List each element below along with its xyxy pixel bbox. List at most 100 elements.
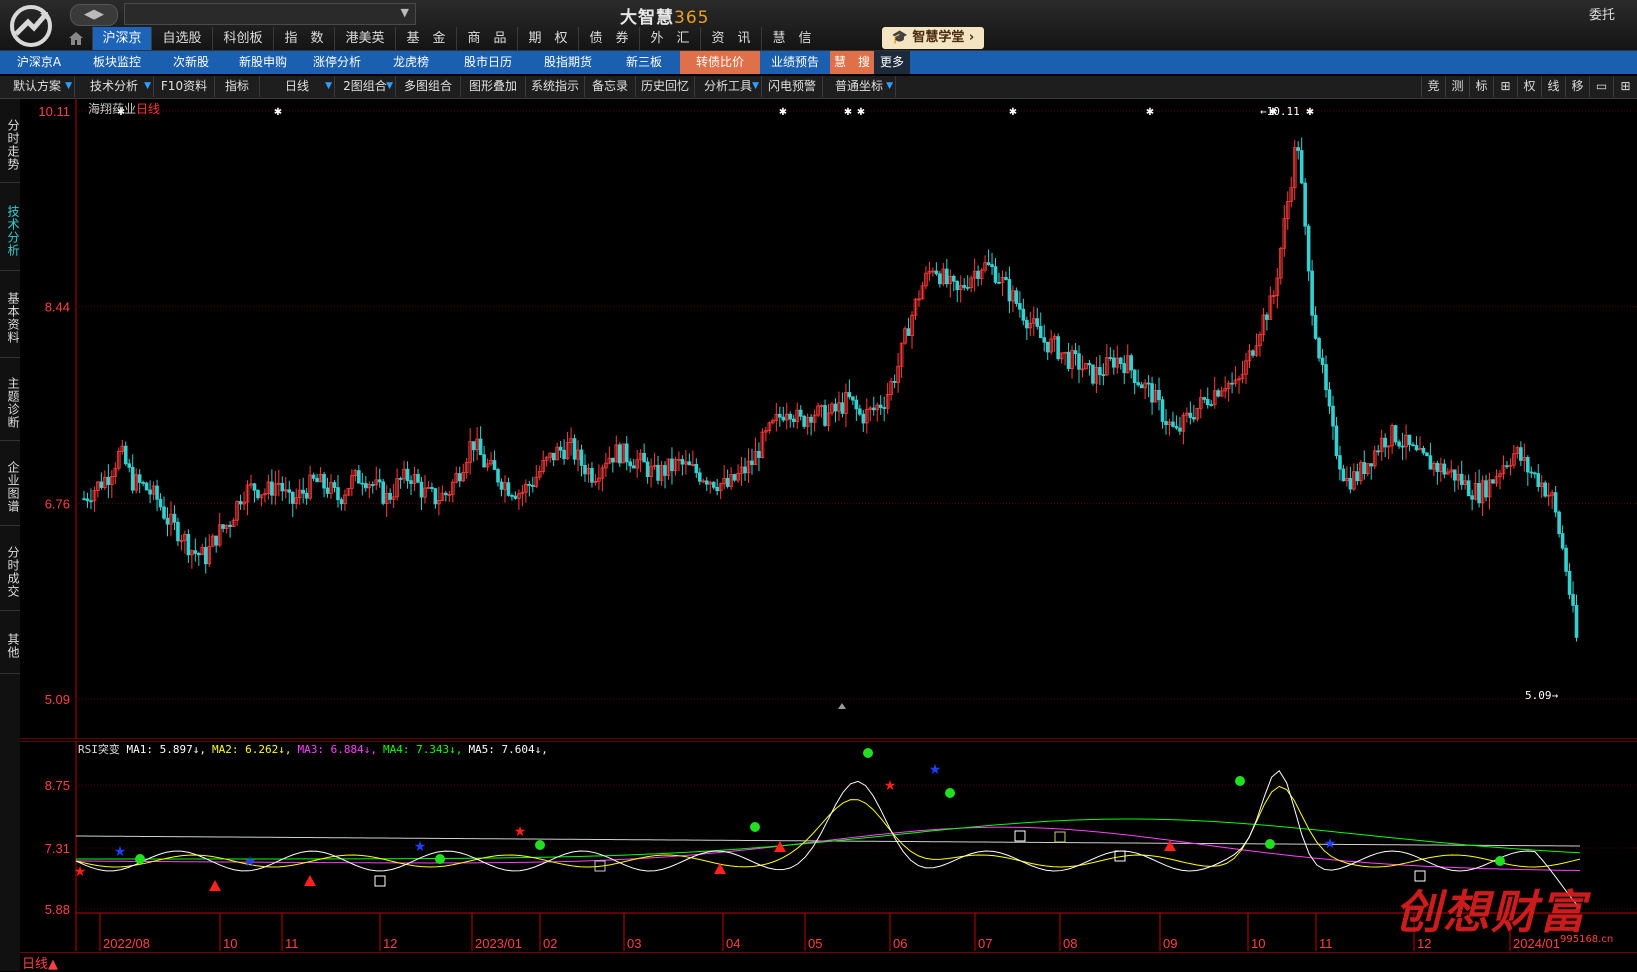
main-nav-item[interactable]: 基 金 [395,27,456,50]
toolbar-right-button[interactable]: 移 [1565,76,1589,97]
candle-body [562,449,566,460]
toolbar-right-button[interactable]: 线 [1541,76,1565,97]
toolbar-item[interactable]: 默认方案 ▼ [0,76,75,97]
sub-nav-item[interactable]: 慧 搜 [830,51,874,74]
sub-nav-item[interactable]: 转债比价 [680,51,760,74]
toolbar-right-button[interactable]: ⊞ [1493,76,1517,97]
dropdown-arrow-icon[interactable]: ▼ [144,76,151,97]
toolbar-item[interactable]: 技术分析 ▼ [75,76,154,97]
candle-body [694,463,699,474]
main-nav-item[interactable]: 自选股 [151,27,212,50]
search-input[interactable]: ▼ [124,3,416,25]
toolbar-item[interactable]: 多图组合 [396,76,461,97]
toolbar-right-button[interactable]: 测 [1445,76,1469,97]
candle-body [1331,405,1335,427]
toolbar-right-button[interactable]: ▭ [1589,76,1613,97]
chevron-down-icon[interactable]: ▼ [401,6,409,19]
toolbar-item[interactable]: 普通坐标 ▼ [823,76,896,97]
academy-button[interactable]: 🎓 智慧学堂 › [882,27,984,49]
left-tab[interactable]: 企业图谱 [0,444,20,526]
x-tick-label: 07 [978,936,992,951]
toolbar-right-button[interactable]: ⊞ [1613,76,1637,97]
main-nav-item[interactable]: 沪深京 [92,27,151,50]
sub-nav-item[interactable]: 新股申购 [226,51,300,74]
toolbar-item[interactable]: 分析工具 ▼ [695,76,762,97]
toolbar-item[interactable]: 指标 [215,76,260,97]
toolbar-item[interactable]: 图形叠加 [461,76,526,97]
back-forward-button[interactable]: ◀▶ [70,4,118,26]
left-tab[interactable]: 其他 [0,614,20,674]
candle-body [513,495,518,499]
left-tab[interactable]: 分时走势 [0,103,20,183]
toolbar-right-button[interactable]: 权 [1517,76,1541,97]
main-nav-item[interactable]: 科创板 [212,27,273,50]
main-nav-item[interactable]: 期 权 [517,27,578,50]
period-selector[interactable]: 日线▲ [22,953,58,972]
toolbar-item[interactable]: 日线 ▼ [260,76,335,97]
order-button[interactable]: 委托 [1589,4,1615,23]
sub-nav-item[interactable]: 龙虎榜 [374,51,448,74]
toolbar-label: 分析工具 [703,79,752,93]
candle-body [1129,355,1134,371]
sub-nav-item[interactable]: 新三板 [608,51,680,74]
sub-nav-item[interactable]: 更多 [874,51,910,74]
dropdown-arrow-icon[interactable]: ▼ [386,76,393,97]
toolbar-item[interactable]: 闪电预警 [762,76,823,97]
candle-body [155,485,159,500]
candle-body [906,328,911,336]
main-nav-item[interactable]: 外 汇 [639,27,700,50]
home-icon[interactable] [68,30,84,46]
candle-body [590,467,594,483]
left-tab[interactable]: 分时成交 [0,529,20,611]
sub-nav-item[interactable]: 涨停分析 [300,51,374,74]
candlestick-chart[interactable]: 10.118.446.765.09✱ ✱ ✱ ✱ ✱ ✱ ✱ ✱ ✱←10.115.09→ [20,99,1637,739]
sub-nav-item[interactable]: 板块监控 [78,51,156,74]
candle-body [1303,182,1307,227]
sub-nav-item[interactable]: 股市日历 [448,51,528,74]
main-nav-item[interactable]: 商 品 [456,27,517,50]
chart-toolbar-right: 竞测标 ⊞ 权线移 ▭ ⊞ [1421,76,1637,98]
dropdown-arrow-icon[interactable]: ▼ [65,76,72,97]
toolbar-label: 2图组合 [343,79,387,93]
toolbar-item[interactable]: 2图组合 ▼ [335,76,396,97]
main-nav-label: 商 品 [467,31,507,46]
main-nav-item[interactable]: 资 讯 [700,27,761,50]
candle-body [82,498,86,501]
candle-body [732,474,737,481]
toolbar-right-button[interactable]: 标 [1469,76,1493,97]
candle-body [280,482,285,492]
sub-nav-item[interactable]: 业绩预告 [760,51,830,74]
candle-body [861,413,866,424]
left-tab[interactable]: 技术分析 [0,187,20,271]
left-tab[interactable]: 主题诊断 [0,361,20,441]
toolbar-right-button[interactable]: 竞 [1421,76,1445,97]
candle-body [388,492,392,500]
candle-body [197,552,201,556]
toolbar-item[interactable]: F10资料 [154,76,215,97]
main-nav-item[interactable]: 债 券 [578,27,639,50]
dropdown-arrow-icon[interactable]: ▼ [886,76,893,97]
main-nav-item[interactable]: 慧 信 [761,27,822,50]
main-nav-item[interactable]: 港美英 [334,27,395,50]
dropdown-arrow-icon[interactable]: ▼ [325,76,332,97]
candle-body [214,535,219,546]
candle-body [141,482,145,484]
sub-nav-item[interactable]: 股指期货 [528,51,608,74]
candle-body [938,273,942,285]
toolbar-item[interactable]: 系统指示 [526,76,585,97]
candle-body [238,501,243,505]
candle-body [85,498,90,502]
sub-nav-item[interactable]: 次新股 [156,51,226,74]
main-nav-item[interactable]: 指 数 [273,27,334,50]
candle-body [1414,445,1419,451]
event-marker-icon: ✱ [857,107,865,118]
dropdown-arrow-icon[interactable]: ▼ [752,76,759,97]
candle-body [1018,303,1022,310]
toolbar-item[interactable]: 备忘录 [585,76,636,97]
left-tab[interactable]: 基本资料 [0,274,20,358]
left-side-tabs: 分时走势技术分析基本资料主题诊断企业图谱分时成交其他 [0,99,20,971]
sub-nav-item[interactable]: 沪深京A [0,51,78,74]
toolbar-item[interactable]: 历史回忆 [636,76,695,97]
signal-marker: ★ [114,844,127,860]
candle-body [551,452,556,461]
